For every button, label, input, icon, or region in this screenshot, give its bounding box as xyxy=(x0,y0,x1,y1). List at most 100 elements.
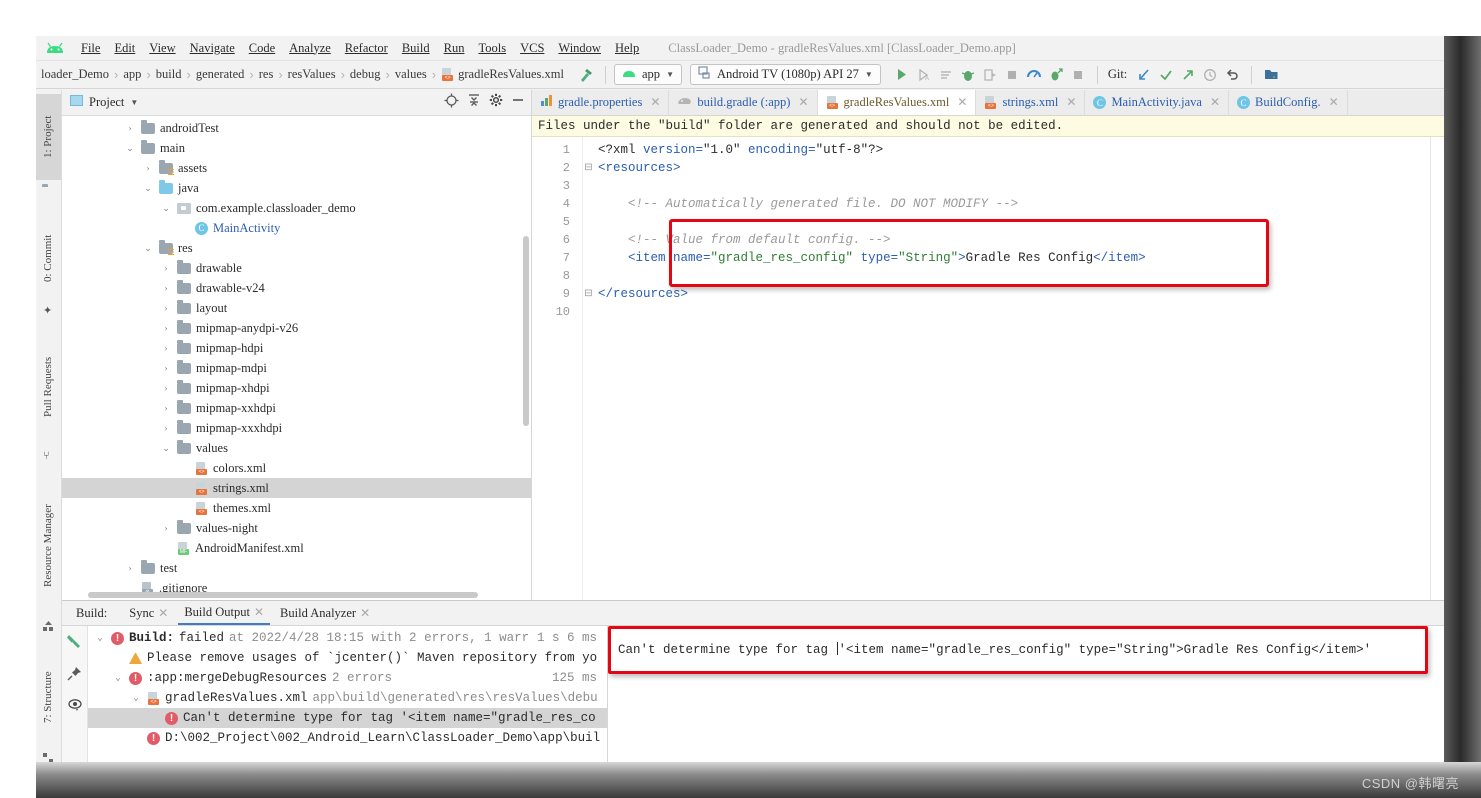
tree-row[interactable]: › test xyxy=(62,558,531,578)
tree-row[interactable]: › drawable-v24 xyxy=(62,278,531,298)
tree-row[interactable]: ·CMainActivity xyxy=(62,218,531,238)
tab-sync[interactable]: Sync ✕ xyxy=(123,602,174,624)
minimize-icon[interactable] xyxy=(511,93,525,112)
sidebar-item-commit[interactable]: 0: Commit xyxy=(36,216,61,300)
run-profile-icon[interactable] xyxy=(935,64,957,86)
tree-row[interactable]: ⌄ com.example.classloader_demo xyxy=(62,198,531,218)
code-text[interactable]: <?xml version="1.0" encoding="utf-8"?> <r… xyxy=(594,137,1430,600)
menu-item-refactor[interactable]: Refactor xyxy=(338,38,395,59)
build-output-row[interactable]: ·!D:\002_Project\002_Android_Learn\Class… xyxy=(88,728,607,748)
update-project-icon[interactable] xyxy=(1133,64,1155,86)
menu-item-analyze[interactable]: Analyze xyxy=(282,38,338,59)
menu-item-window[interactable]: Window xyxy=(551,38,608,59)
chevron-right-icon[interactable]: › xyxy=(160,342,172,354)
build-output-row[interactable]: ⌄! Build: failed at 2022/4/28 18:15 with … xyxy=(88,628,607,648)
tree-row[interactable]: › androidTest xyxy=(62,118,531,138)
menu-item-navigate[interactable]: Navigate xyxy=(183,38,242,59)
menu-item-help[interactable]: Help xyxy=(608,38,646,59)
chevron-right-icon[interactable]: › xyxy=(124,122,136,134)
stop-square-icon[interactable] xyxy=(1067,64,1089,86)
avd-manager-icon[interactable] xyxy=(1260,64,1282,86)
close-icon[interactable]: ✕ xyxy=(1210,95,1220,110)
breadcrumb-item-res[interactable]: res xyxy=(256,67,277,82)
sync-gradle-icon[interactable] xyxy=(1045,64,1067,86)
build-output-row[interactable]: ·Please remove usages of `jcenter()` Mav… xyxy=(88,648,607,668)
menu-item-run[interactable]: Run xyxy=(437,38,472,59)
tree-row[interactable]: ·<>colors.xml xyxy=(62,458,531,478)
commit-icon[interactable] xyxy=(1155,64,1177,86)
sidebar-item-project[interactable]: 1: Project xyxy=(36,94,61,180)
breadcrumb-item-project[interactable]: loader_Demo xyxy=(38,67,112,82)
eye-icon[interactable] xyxy=(67,698,83,717)
attach-debugger-icon[interactable] xyxy=(979,64,1001,86)
chevron-right-icon[interactable]: › xyxy=(160,262,172,274)
close-icon[interactable]: ✕ xyxy=(360,606,370,621)
close-icon[interactable]: ✕ xyxy=(158,606,168,621)
profiler-icon[interactable] xyxy=(1023,64,1045,86)
gear-icon[interactable] xyxy=(489,93,503,112)
breadcrumb-item-app[interactable]: app xyxy=(120,67,144,82)
collapse-all-icon[interactable] xyxy=(467,93,481,112)
chevron-down-icon[interactable]: ⌄ xyxy=(160,442,172,454)
tree-row[interactable]: ⌄ res xyxy=(62,238,531,258)
menu-item-build[interactable]: Build xyxy=(395,38,437,59)
menu-item-vcs[interactable]: VCS xyxy=(513,38,551,59)
menu-item-code[interactable]: Code xyxy=(242,38,282,59)
chevron-down-icon[interactable]: ⌄ xyxy=(160,202,172,214)
project-tree-horizontal-scrollbar[interactable] xyxy=(88,592,478,598)
fold-marker-resources[interactable]: ⊟ xyxy=(583,159,594,177)
breadcrumb-item-resvalues[interactable]: resValues xyxy=(285,67,339,82)
run-icon[interactable] xyxy=(891,64,913,86)
chevron-right-icon[interactable]: › xyxy=(160,522,172,534)
editor-tab[interactable]: <> gradleResValues.xml ✕ xyxy=(817,90,977,115)
tree-row[interactable]: › assets xyxy=(62,158,531,178)
chevron-down-icon[interactable]: ⌄ xyxy=(94,632,106,644)
breadcrumb-item-generated[interactable]: generated xyxy=(193,67,248,82)
tree-row[interactable]: ·<>themes.xml xyxy=(62,498,531,518)
code-view[interactable]: 1 2 3 4 5 6 7 8 9 10 ⊟ ⊟ <?xml version="… xyxy=(532,137,1444,600)
close-icon[interactable]: ✕ xyxy=(1066,95,1076,110)
tree-row[interactable]: ⌄ values xyxy=(62,438,531,458)
build-output-row[interactable]: ·!Can't determine type for tag '<item na… xyxy=(88,708,607,728)
hammer-icon[interactable] xyxy=(575,64,597,86)
module-selector[interactable]: app ▼ xyxy=(614,64,682,85)
chevron-right-icon[interactable]: › xyxy=(160,302,172,314)
editor-tab[interactable]: <> strings.xml ✕ xyxy=(976,90,1086,115)
chevron-right-icon[interactable]: › xyxy=(142,162,154,174)
fold-marker-resources-end[interactable]: ⊟ xyxy=(583,285,594,303)
chevron-right-icon[interactable]: › xyxy=(124,562,136,574)
chevron-right-icon[interactable]: › xyxy=(160,322,172,334)
sidebar-item-resource-manager[interactable]: Resource Manager xyxy=(36,476,61,616)
breadcrumb-item-debug[interactable]: debug xyxy=(347,67,384,82)
editor-tab[interactable]: C BuildConfig. ✕ xyxy=(1229,90,1348,115)
tree-row[interactable]: ⌄ java xyxy=(62,178,531,198)
close-icon[interactable]: ✕ xyxy=(1329,95,1339,110)
menu-item-view[interactable]: View xyxy=(142,38,182,59)
tab-build-output[interactable]: Build Output ✕ xyxy=(178,601,271,625)
close-icon[interactable]: ✕ xyxy=(798,95,808,110)
chevron-down-icon[interactable]: ⌄ xyxy=(124,142,136,154)
editor-marker-bar[interactable] xyxy=(1430,137,1444,600)
undo-icon[interactable] xyxy=(1221,64,1243,86)
chevron-right-icon[interactable]: › xyxy=(160,382,172,394)
build-error-detail[interactable]: Can't determine type for tag '<item name… xyxy=(608,626,1444,762)
chevron-down-icon[interactable]: ⌄ xyxy=(142,242,154,254)
tree-row[interactable]: › mipmap-anydpi-v26 xyxy=(62,318,531,338)
chevron-right-icon[interactable]: › xyxy=(160,422,172,434)
chevron-down-icon[interactable]: ⌄ xyxy=(130,692,142,704)
tree-row[interactable]: › drawable xyxy=(62,258,531,278)
chevron-right-icon[interactable]: › xyxy=(160,362,172,374)
tab-build-analyzer[interactable]: Build Analyzer ✕ xyxy=(274,602,376,624)
build-output-row[interactable]: ⌄ <> gradleResValues.xml app\build\generat… xyxy=(88,688,607,708)
editor-tab[interactable]: gradle.properties ✕ xyxy=(532,90,670,115)
project-tree[interactable]: › androidTest ⌄ main › assets ⌄ java ⌄ com.exampl… xyxy=(62,116,531,600)
rerun-icon[interactable] xyxy=(66,632,83,654)
tree-row[interactable]: › layout xyxy=(62,298,531,318)
sidebar-item-pull-requests[interactable]: Pull Requests xyxy=(36,328,61,446)
run-with-coverage-icon[interactable]: A xyxy=(913,64,935,86)
build-output-row[interactable]: ⌄!:app:mergeDebugResources 2 errors 125 m… xyxy=(88,668,607,688)
breadcrumb-item-build[interactable]: build xyxy=(153,67,185,82)
menu-item-edit[interactable]: Edit xyxy=(107,38,142,59)
history-icon[interactable] xyxy=(1199,64,1221,86)
device-selector[interactable]: Android TV (1080p) API 27 ▼ xyxy=(689,64,881,85)
